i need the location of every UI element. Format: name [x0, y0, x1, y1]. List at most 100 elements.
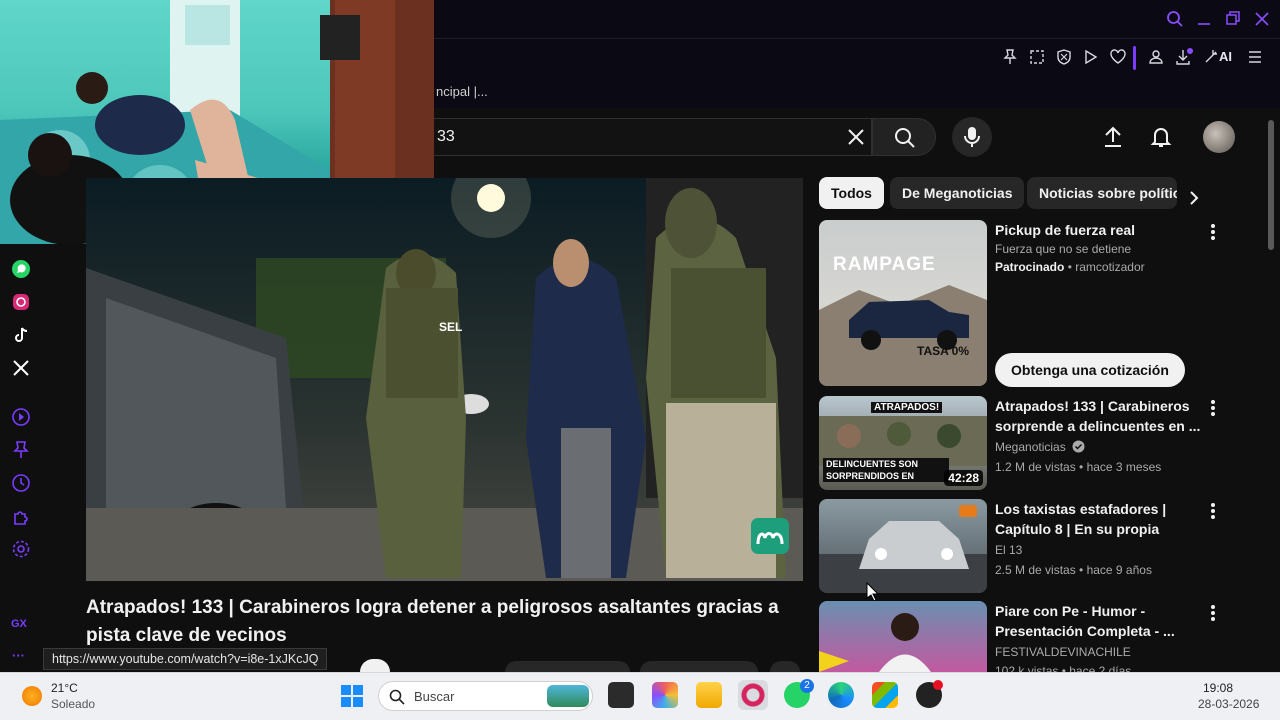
- store-app-icon[interactable]: [872, 682, 898, 708]
- terminal-app-icon[interactable]: [608, 682, 634, 708]
- windows-start-icon[interactable]: [340, 684, 364, 708]
- sun-icon[interactable]: [22, 686, 42, 706]
- ad-offer-label: TASA 0%: [917, 344, 970, 358]
- download-icon[interactable]: [1175, 48, 1193, 66]
- heart-icon[interactable]: [1110, 48, 1128, 66]
- ad-subtitle: Fuerza que no se detiene: [995, 242, 1132, 256]
- taskbar: [0, 672, 1280, 720]
- minimize-icon[interactable]: [1196, 10, 1212, 28]
- meganoticias-logo-icon: [755, 524, 785, 548]
- more-options-icon[interactable]: [1205, 222, 1221, 242]
- chip-noticias-politica[interactable]: Noticias sobre polític: [1027, 177, 1177, 209]
- channel-name[interactable]: Meganoticias: [995, 440, 1066, 454]
- more-options-icon[interactable]: [1205, 398, 1221, 418]
- share-button[interactable]: [640, 661, 758, 672]
- history-icon[interactable]: [11, 473, 31, 493]
- verified-icon: [1072, 440, 1085, 453]
- pin-icon[interactable]: [11, 440, 31, 460]
- avatar[interactable]: [1203, 121, 1235, 153]
- thumbnail-bottom-text: DELINCUENTES SON SORPRENDIDOS EN FLAGR: [823, 458, 949, 482]
- whatsapp-badge: 2: [800, 679, 814, 693]
- toolbar-divider: [1133, 46, 1136, 70]
- video-thumbnail[interactable]: [819, 601, 987, 672]
- restore-icon[interactable]: [1225, 10, 1241, 28]
- more-options-icon[interactable]: [1205, 501, 1221, 521]
- taskbar-search-box[interactable]: Buscar: [378, 681, 593, 711]
- notifications-icon[interactable]: [1150, 125, 1172, 149]
- pickup-truck-image: [819, 285, 987, 386]
- chip-todos[interactable]: Todos: [819, 177, 884, 209]
- video-frame: [86, 178, 803, 581]
- page-scrollbar[interactable]: [1268, 120, 1274, 250]
- clear-search-icon[interactable]: [846, 127, 866, 147]
- taskbar-search-placeholder: Buscar: [414, 689, 455, 704]
- gx-label[interactable]: GX: [11, 618, 27, 630]
- ai-label: AI: [1219, 49, 1232, 64]
- extensions-icon[interactable]: [11, 506, 31, 526]
- thumbnail-image: [819, 505, 987, 593]
- x-icon[interactable]: [11, 358, 31, 378]
- upload-icon[interactable]: [1102, 125, 1124, 149]
- channel-name[interactable]: FESTIVALDEVINACHILE: [995, 645, 1131, 659]
- channel-name[interactable]: El 13: [995, 543, 1022, 557]
- shield-icon[interactable]: [1056, 48, 1074, 66]
- weather-temp[interactable]: 21°C: [51, 681, 78, 695]
- pin-icon[interactable]: [1002, 48, 1020, 66]
- advertiser-name[interactable]: ramcotizador: [1075, 260, 1144, 274]
- get-quote-button[interactable]: Obtenga una cotización: [995, 353, 1185, 387]
- ad-brand-label: RAMPAGE: [833, 254, 936, 275]
- ad-title[interactable]: Pickup de fuerza real: [995, 220, 1205, 240]
- microphone-icon: [964, 127, 980, 147]
- clock-time[interactable]: 19:08: [1203, 681, 1233, 695]
- instagram-icon[interactable]: [11, 292, 31, 312]
- weather-desc: Soleado: [51, 697, 96, 711]
- close-icon[interactable]: [1254, 10, 1270, 28]
- chevron-right-icon[interactable]: [1186, 189, 1202, 207]
- video-thumbnail[interactable]: ATRAPADOS! DELINCUENTES SON SORPRENDIDOS…: [819, 396, 987, 490]
- thumbnail-top-text: ATRAPADOS!: [871, 402, 943, 413]
- sponsored-label: Patrocinado: [995, 260, 1065, 274]
- file-explorer-icon[interactable]: [696, 682, 722, 708]
- video-stats: 2.5 M de vistas • hace 9 años: [995, 563, 1152, 577]
- ai-icon[interactable]: AI: [1204, 48, 1236, 66]
- video-player[interactable]: SEL: [86, 178, 803, 581]
- tab-title[interactable]: ncipal |...: [436, 84, 488, 99]
- video-stats: 1.2 M de vistas • hace 3 meses: [995, 460, 1162, 474]
- search-icon[interactable]: [1166, 10, 1184, 28]
- ad-sponsor-line: Patrocinado • ramcotizador: [995, 260, 1145, 274]
- search-icon: [895, 128, 915, 148]
- copilot-app-icon[interactable]: [652, 682, 678, 708]
- profile-icon[interactable]: [1148, 48, 1166, 66]
- video-title[interactable]: Los taxistas estafadores | Capítulo 8 | …: [995, 499, 1205, 539]
- more-icon[interactable]: ···: [12, 648, 25, 663]
- menu-icon[interactable]: [1247, 48, 1265, 66]
- player-icon[interactable]: [11, 407, 31, 427]
- clock-date[interactable]: 28-03-2026: [1198, 697, 1259, 711]
- url-tooltip: https://www.youtube.com/watch?v=i8e-1xJK…: [43, 648, 328, 670]
- opera-gx-icon[interactable]: [740, 682, 766, 708]
- search-button[interactable]: [872, 118, 936, 156]
- more-actions-button[interactable]: [770, 661, 800, 672]
- edge-app-icon[interactable]: [828, 682, 854, 708]
- video-title: Atrapados! 133 | Carabineros logra deten…: [86, 597, 779, 646]
- more-options-icon[interactable]: [1205, 603, 1221, 623]
- search-query[interactable]: 33: [437, 128, 455, 146]
- recording-dot: [933, 680, 943, 690]
- chip-meganoticias[interactable]: De Meganoticias: [890, 177, 1025, 209]
- like-button[interactable]: [505, 661, 630, 672]
- channel-line: Meganoticias: [995, 440, 1085, 454]
- search-icon: [389, 689, 405, 705]
- play-icon[interactable]: [1083, 48, 1101, 66]
- video-title[interactable]: Piare con Pe - Humor - Presentación Comp…: [995, 601, 1205, 641]
- snapshot-icon[interactable]: [1029, 48, 1047, 66]
- settings-icon[interactable]: [11, 539, 31, 559]
- tiktok-icon[interactable]: [11, 325, 31, 345]
- video-title[interactable]: Atrapados! 133 | Carabineros sorprende a…: [995, 396, 1205, 436]
- subscribe-button[interactable]: [360, 659, 390, 672]
- whatsapp-icon[interactable]: [11, 259, 31, 279]
- video-thumbnail[interactable]: [819, 499, 987, 593]
- voice-search-button[interactable]: [952, 117, 992, 157]
- ad-thumbnail[interactable]: RAMPAGE TASA 0%: [819, 220, 987, 386]
- mouse-cursor-icon: [866, 582, 880, 602]
- thumbnail-image: [819, 613, 931, 672]
